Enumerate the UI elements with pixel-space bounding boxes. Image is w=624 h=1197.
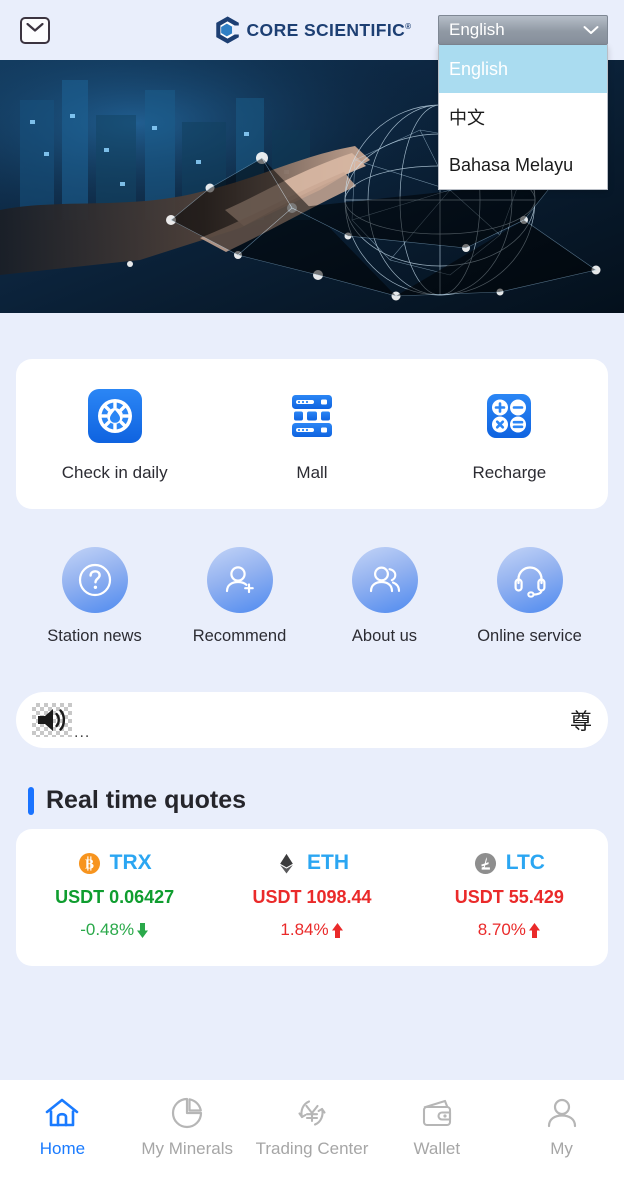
calculator-icon (487, 394, 532, 438)
tab-my-minerals[interactable]: My Minerals (125, 1094, 250, 1158)
tab-my[interactable]: My (499, 1094, 624, 1158)
quote-item-trx[interactable]: B TRX USDT 0.06427 -0.48% (16, 851, 213, 940)
quote-price: USDT 1098.44 (252, 887, 372, 907)
shortcut-row: Station news Recommend About us Online s… (22, 547, 602, 646)
language-option-malay[interactable]: Bahasa Melayu (439, 141, 607, 189)
quote-header: B TRX (78, 851, 152, 875)
quote-symbol: TRX (109, 851, 152, 874)
yen-exchange-icon (298, 1100, 326, 1126)
arrow-up-icon (331, 922, 343, 938)
quick-action-label: Recharge (472, 463, 547, 482)
tab-label: My Minerals (141, 1139, 233, 1158)
shortcut-icon-bubble (351, 547, 418, 613)
tab-label: Wallet (413, 1139, 461, 1158)
mobile-app-screen: CORE SCIENTIFIC® English English 中文 Baha… (0, 0, 624, 1197)
shortcut-label: Online service (477, 627, 582, 645)
quote-change: 1.84% (280, 920, 343, 940)
tab-wallet[interactable]: Wallet (374, 1094, 499, 1158)
tab-trading-center[interactable]: Trading Center (250, 1094, 375, 1158)
quote-item-ltc[interactable]: LTC USDT 55.429 8.70% (411, 851, 608, 940)
arrow-down-icon (137, 922, 149, 938)
section-title: Real time quotes (46, 786, 247, 814)
quote-price: USDT 0.06427 (55, 887, 175, 907)
quick-actions-card: Check in daily Mall Recharge (16, 359, 608, 509)
question-mark-icon (78, 563, 111, 597)
language-option-chinese[interactable]: 中文 (439, 93, 607, 141)
language-selector[interactable]: English English 中文 Bahasa Melayu (438, 15, 608, 190)
core-scientific-logo-icon (216, 16, 242, 44)
language-options-menu[interactable]: English 中文 Bahasa Melayu (438, 45, 608, 190)
envelope-icon (20, 16, 50, 44)
person-icon (547, 1098, 576, 1128)
quote-price: USDT 55.429 (454, 887, 564, 907)
bitcoin-coin-icon: B (78, 852, 100, 874)
tab-label: My (550, 1139, 573, 1158)
users-icon (369, 566, 400, 593)
tab-label: Home (39, 1139, 86, 1158)
prize-wheel-icon (87, 389, 142, 443)
quick-action-check-in[interactable]: Check in daily (16, 389, 213, 483)
quick-action-label: Mall (296, 463, 328, 482)
notice-text: ... (74, 724, 91, 741)
registered-mark: ® (405, 21, 412, 31)
litecoin-coin-icon (474, 852, 496, 874)
quote-item-eth[interactable]: ETH USDT 1098.44 1.84% (213, 851, 410, 940)
shortcut-label: About us (351, 627, 418, 645)
mail-button[interactable] (18, 13, 52, 47)
quick-action-recharge[interactable]: Recharge (411, 389, 608, 483)
headset-icon (513, 566, 545, 598)
quick-action-mall[interactable]: Mall (213, 389, 410, 483)
svg-text:B: B (85, 856, 94, 871)
quote-header: LTC (474, 851, 545, 875)
chevron-down-icon (583, 26, 599, 34)
wallet-icon (422, 1099, 451, 1127)
pie-chart-icon (172, 1097, 203, 1129)
section-accent-bar (28, 786, 34, 815)
shortcut-label: Station news (47, 627, 142, 645)
shortcut-about-us[interactable]: About us (312, 547, 457, 646)
brand-name: CORE SCIENTIFIC® (247, 20, 412, 41)
shortcut-label: Recommend (192, 627, 287, 645)
quote-change-value: -0.48% (80, 920, 135, 939)
quote-change: 8.70% (478, 920, 541, 940)
notice-marquee[interactable]: ... 尊 (16, 692, 608, 748)
language-select-box[interactable]: English (438, 15, 608, 45)
language-option-english[interactable]: English (439, 45, 607, 93)
tab-home[interactable]: Home (0, 1094, 125, 1158)
language-selected-value: English (449, 20, 505, 39)
user-plus-icon (225, 566, 254, 594)
shortcut-online-service[interactable]: Online service (457, 547, 602, 646)
speaker-icon (32, 703, 72, 737)
quotes-card: B TRX USDT 0.06427 -0.48% ETH USDT 1098.… (16, 829, 608, 966)
tab-label: Trading Center (255, 1139, 369, 1158)
quote-header: ETH (275, 851, 349, 875)
notice-tail-text: 尊 (569, 710, 592, 735)
app-header: CORE SCIENTIFIC® English English 中文 Baha… (0, 0, 624, 190)
ethereum-coin-icon (280, 853, 293, 873)
arrow-up-icon (528, 922, 540, 938)
brand-label: CORE SCIENTIFIC (246, 19, 406, 40)
quote-change: -0.48% (80, 920, 149, 940)
shortcut-icon-bubble (206, 547, 273, 613)
quotes-section-header: Real time quotes (28, 786, 624, 815)
server-stack-icon (291, 395, 332, 437)
shortcut-recommend[interactable]: Recommend (167, 547, 312, 646)
quote-change-value: 1.84% (280, 920, 329, 939)
home-icon (46, 1098, 79, 1127)
brand-logo: CORE SCIENTIFIC® (213, 15, 412, 45)
shortcut-icon-bubble (496, 547, 563, 613)
shortcut-icon-bubble (61, 547, 128, 613)
quote-change-value: 8.70% (477, 920, 526, 939)
shortcut-station-news[interactable]: Station news (22, 547, 167, 646)
bottom-tab-bar: Home My Minerals Trading Center Wallet M… (0, 1080, 624, 1197)
quick-action-label: Check in daily (61, 463, 168, 482)
quote-symbol: ETH (306, 851, 349, 874)
quote-symbol: LTC (505, 851, 545, 874)
